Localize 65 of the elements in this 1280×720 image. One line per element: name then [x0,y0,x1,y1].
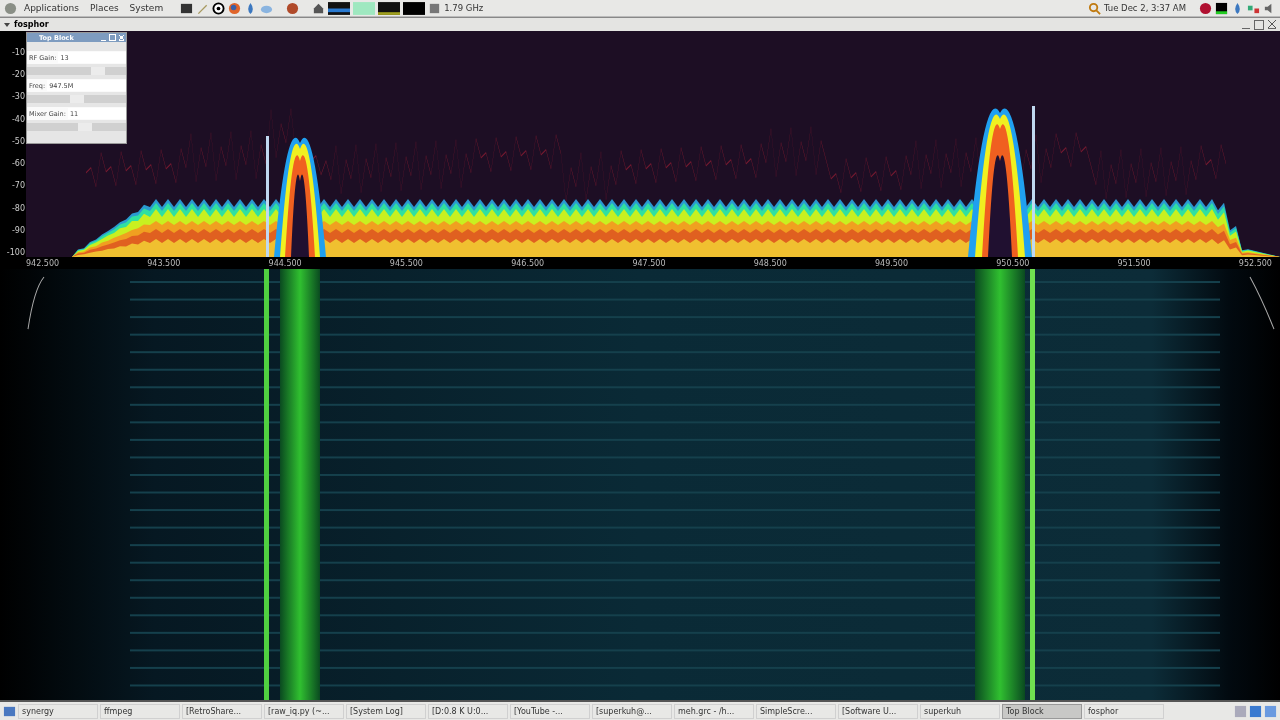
ball-icon[interactable] [1199,1,1212,15]
taskbar-button[interactable]: Top Block [1002,703,1082,719]
slider[interactable] [27,67,126,75]
cpu-frequency: 1.79 GHz [444,3,484,13]
axis-label: 950.500 [996,258,1030,268]
taskbar-button[interactable]: [D:0.8 K U:0... [428,703,508,719]
circle-icon[interactable] [212,1,226,15]
taskbar-button[interactable]: [superkuh@... [592,703,672,719]
slider-thumb[interactable] [69,95,84,103]
workspace-icon[interactable] [1249,704,1262,718]
taskbar-button[interactable]: [YouTube -... [510,703,590,719]
axis-label: -40 [11,115,25,124]
axis-label: 945.500 [389,258,423,268]
axis-label: -70 [11,182,25,191]
ball-icon[interactable] [286,1,300,15]
taskbar-button[interactable]: [raw_iq.py (~... [264,703,344,719]
taskbar-button[interactable]: meh.grc - /h... [674,703,754,719]
workspace-icon[interactable] [1264,704,1277,718]
memory-graph-icon [353,1,376,15]
taskbar-button[interactable]: [RetroShare... [182,703,262,719]
close-icon[interactable] [1268,20,1276,29]
axis-label: -30 [11,93,25,102]
search-icon[interactable] [1087,1,1101,15]
cpu-graph-icon [403,1,426,15]
clock[interactable]: Tue Dec 2, 3:37 AM [1103,3,1186,13]
window-title: fosphor [14,20,49,29]
axis-label: 951.500 [1117,258,1151,268]
slider-thumb[interactable] [90,67,105,75]
axis-label: 946.500 [511,258,545,268]
taskbar-button[interactable]: [System Log] [346,703,426,719]
window-menu-icon[interactable] [4,22,10,27]
axis-label: 948.500 [753,258,787,268]
axis-label: 942.500 [26,258,60,268]
slider[interactable] [27,123,126,131]
taskbar-button[interactable]: SimpleScre... [756,703,836,719]
slider-thumb[interactable] [78,123,92,131]
taskbar-button[interactable]: fosphor [1084,703,1164,719]
axis-label: -80 [11,204,25,213]
axis-label: -50 [11,137,25,146]
load-graph-icon [378,1,401,15]
taskbar-button[interactable]: superkuh [920,703,1000,719]
terminal-icon[interactable] [180,1,194,15]
desktop-icon[interactable] [3,704,16,718]
axis-label: 947.500 [632,258,666,268]
axis-label: -60 [11,160,25,169]
axis-label: 944.500 [268,258,302,268]
maximize-icon[interactable] [1254,19,1264,30]
house-icon[interactable] [312,1,326,15]
taskbar-button[interactable]: [Software U... [838,703,918,719]
axis-label: -10 [11,49,25,57]
axis-label: -20 [11,71,25,80]
axis-label: 949.500 [874,258,909,268]
taskbar-button[interactable]: synergy [18,703,98,719]
slider[interactable] [27,95,126,103]
axis-label: -90 [11,226,25,235]
axis-label: -100 [6,248,25,257]
axis-label: 943.500 [147,258,181,268]
workspace-icon[interactable] [1234,704,1247,718]
menu-item[interactable]: Applications [20,3,83,13]
menu-item[interactable]: Places [86,3,123,13]
menu-item[interactable]: System [125,3,168,13]
monitor-icon[interactable] [1215,1,1228,15]
network-graph-icon [328,1,351,15]
axis-label: 952.500 [1238,258,1272,268]
taskbar-button[interactable]: ffmpeg [100,703,180,719]
